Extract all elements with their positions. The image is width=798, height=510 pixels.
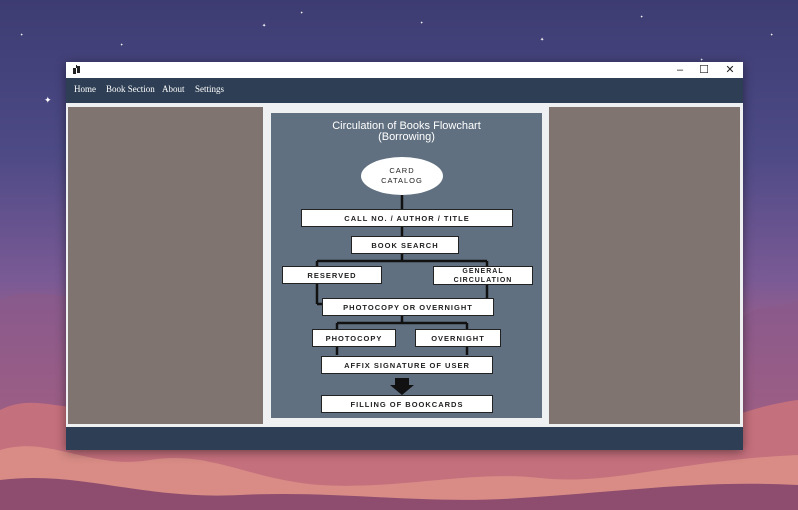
affix-signature-step: AFFIX SIGNATURE OF USER: [321, 356, 493, 374]
nav-book-section[interactable]: Book Section: [106, 84, 155, 94]
nav-settings[interactable]: Settings: [195, 84, 224, 94]
card-catalog-line1: CARD: [389, 166, 415, 175]
app-icon: [73, 65, 80, 74]
book-search-step: BOOK SEARCH: [351, 236, 459, 254]
footer-bar: [66, 427, 743, 450]
minimize-icon[interactable]: –: [668, 62, 692, 78]
navigation-bar: Home Book Section About Settings: [66, 78, 743, 103]
card-catalog-line2: CATALOG: [381, 176, 423, 185]
general-circulation-step: GENERAL CIRCULATION: [433, 266, 533, 285]
close-icon[interactable]: ✕: [718, 62, 742, 78]
reserved-step: RESERVED: [282, 266, 382, 284]
maximize-icon[interactable]: ☐: [692, 62, 716, 78]
photocopy-step: PHOTOCOPY: [312, 329, 396, 347]
title-bar[interactable]: – ☐ ✕: [66, 62, 743, 78]
left-side-panel: [68, 107, 263, 424]
nav-about[interactable]: About: [162, 84, 185, 94]
arrow-down-icon: [390, 378, 414, 395]
nav-home[interactable]: Home: [74, 84, 96, 94]
photocopy-or-overnight-step: PHOTOCOPY OR OVERNIGHT: [322, 298, 494, 316]
flowchart-image: Circulation of Books Flowchart (Borrowin…: [271, 113, 542, 418]
call-no-step: CALL NO. / AUTHOR / TITLE: [301, 209, 513, 227]
filling-of-bookcards-step: FILLING OF BOOKCARDS: [321, 395, 493, 413]
main-content: Circulation of Books Flowchart (Borrowin…: [66, 103, 743, 427]
right-side-panel: [549, 107, 740, 424]
card-catalog-node: CARD CATALOG: [361, 157, 443, 195]
overnight-step: OVERNIGHT: [415, 329, 501, 347]
app-window: – ☐ ✕ Home Book Section About Settings C…: [66, 62, 743, 450]
